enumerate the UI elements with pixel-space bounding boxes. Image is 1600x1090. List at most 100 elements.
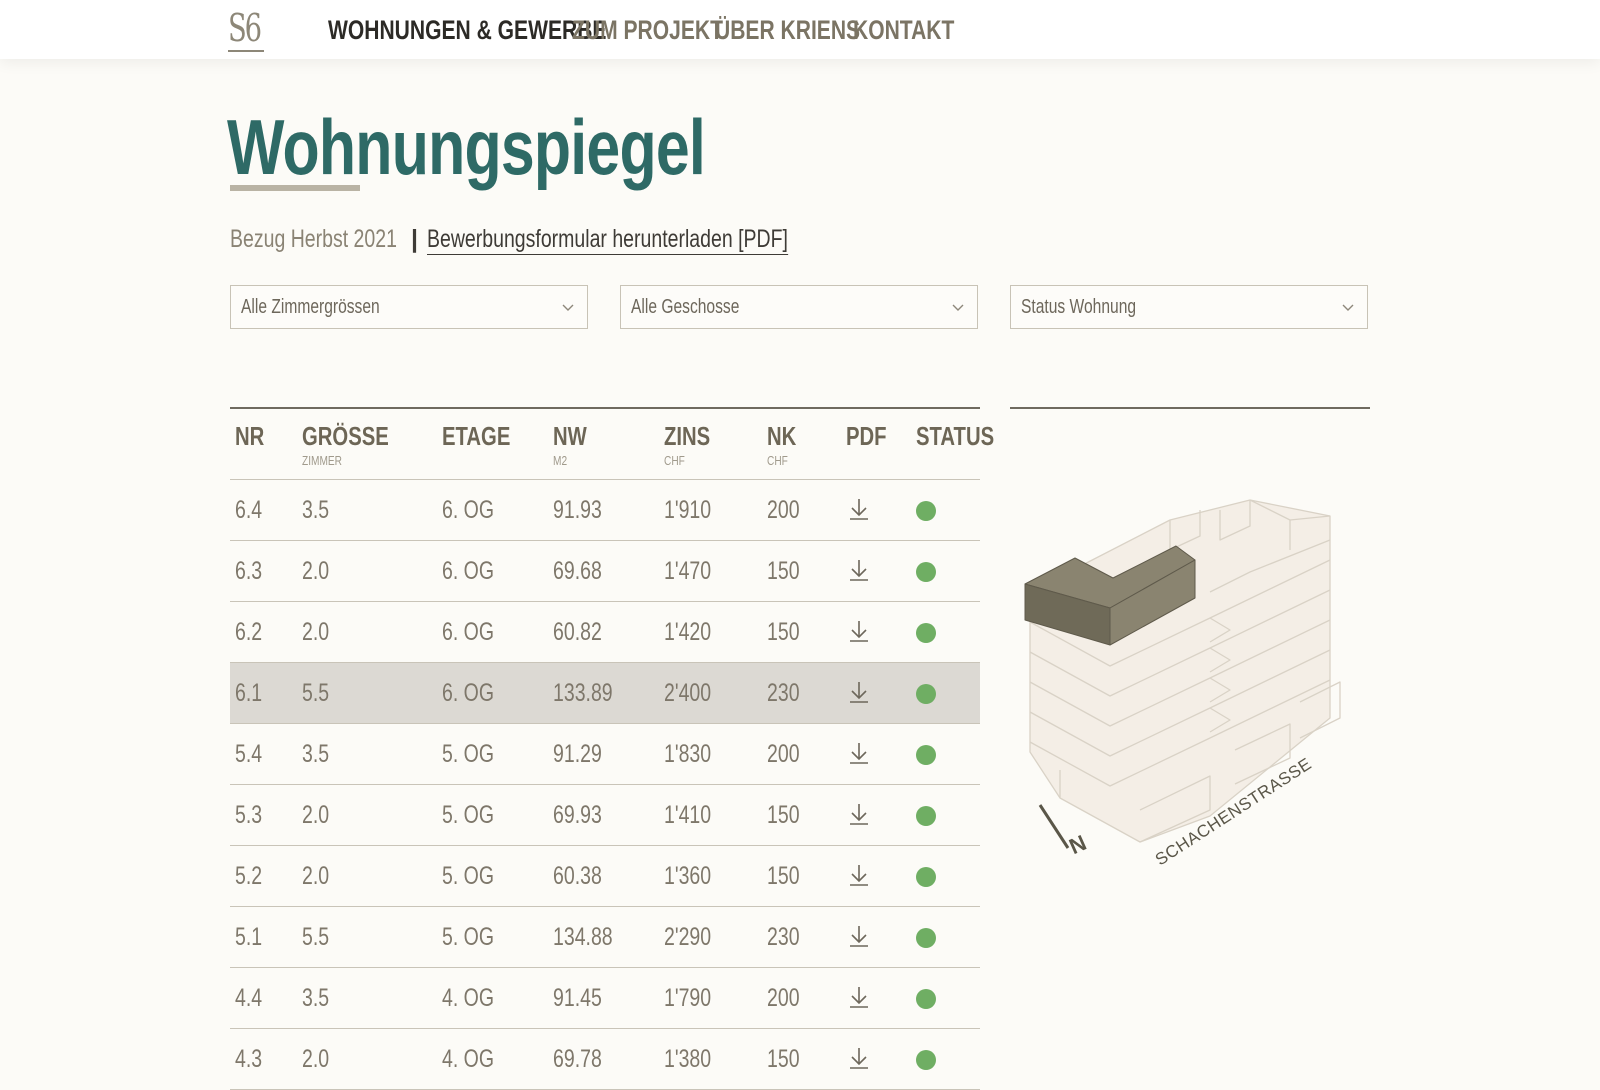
cell-nr: 6.3 xyxy=(235,555,270,587)
table-row[interactable]: 5.3 2.0 5. OG 69.93 1'410 150 xyxy=(230,785,980,846)
cell-nr: 5.4 xyxy=(235,738,270,770)
cell-etage: 6. OG xyxy=(442,677,509,709)
cell-zins: 1'830 xyxy=(664,738,724,770)
cell-nw: 69.68 xyxy=(553,555,616,587)
cell-nk: 150 xyxy=(767,860,809,892)
download-icon[interactable] xyxy=(848,863,870,887)
cell-groesse: 2.0 xyxy=(302,616,337,648)
cell-nw: 133.89 xyxy=(553,677,629,709)
status-dot xyxy=(916,562,936,582)
cell-etage-text: 6. OG xyxy=(442,618,495,646)
cell-nk-text: 150 xyxy=(767,557,800,585)
cell-groesse-text: 2.0 xyxy=(302,557,330,585)
cell-etage: 5. OG xyxy=(442,860,509,892)
s6-logo[interactable]: S6 xyxy=(228,4,264,52)
application-form-pdf-link[interactable]: Bewerbungsformular herunterladen [PDF] xyxy=(427,224,890,255)
cell-etage-text: 5. OG xyxy=(442,740,495,768)
cell-zins-text: 2'290 xyxy=(664,923,712,951)
download-icon[interactable] xyxy=(848,741,870,765)
cell-nw-text: 134.88 xyxy=(553,923,613,951)
cell-nr: 5.3 xyxy=(235,799,270,831)
table-row[interactable]: 6.3 2.0 6. OG 69.68 1'470 150 xyxy=(230,541,980,602)
room-size-select[interactable]: Alle Zimmergrössen xyxy=(230,285,588,329)
column-subheader-groesse: ZIMMER xyxy=(302,453,342,468)
cell-nk: 200 xyxy=(767,982,809,1014)
table-row[interactable]: 4.3 2.0 4. OG 69.78 1'380 150 xyxy=(230,1029,980,1090)
cell-nr-text: 6.1 xyxy=(235,679,263,707)
cell-groesse: 3.5 xyxy=(302,494,337,526)
cell-nk-text: 150 xyxy=(767,862,800,890)
download-icon[interactable] xyxy=(848,497,870,521)
column-header-nw: NW xyxy=(553,421,587,451)
cell-nr-text: 5.1 xyxy=(235,923,263,951)
nav-kontakt[interactable]: KONTAKT xyxy=(853,14,983,46)
cell-nr-text: 6.3 xyxy=(235,557,263,585)
cell-groesse: 5.5 xyxy=(302,677,337,709)
download-icon[interactable] xyxy=(848,985,870,1009)
cell-groesse-text: 2.0 xyxy=(302,618,330,646)
cell-nw: 69.78 xyxy=(553,1043,616,1075)
cell-etage-text: 4. OG xyxy=(442,984,495,1012)
cell-nk: 150 xyxy=(767,555,809,587)
chevron-down-icon xyxy=(562,304,574,311)
cell-etage: 4. OG xyxy=(442,1043,509,1075)
table-row[interactable]: 6.2 2.0 6. OG 60.82 1'420 150 xyxy=(230,602,980,663)
cell-nr-text: 5.4 xyxy=(235,740,263,768)
table-row[interactable]: 6.4 3.5 6. OG 91.93 1'910 200 xyxy=(230,480,980,541)
column-subheader-nw: M2 xyxy=(553,453,568,468)
table-row[interactable]: 6.1 5.5 6. OG 133.89 2'400 230 xyxy=(230,663,980,724)
cell-nr-text: 6.2 xyxy=(235,618,263,646)
table-row[interactable]: 5.2 2.0 5. OG 60.38 1'360 150 xyxy=(230,846,980,907)
cell-etage: 5. OG xyxy=(442,799,509,831)
cell-zins-text: 1'360 xyxy=(664,862,712,890)
cell-zins: 1'790 xyxy=(664,982,724,1014)
cell-nr: 5.2 xyxy=(235,860,270,892)
cell-zins: 1'360 xyxy=(664,860,724,892)
cell-nr-text: 6.4 xyxy=(235,496,263,524)
cell-nr: 5.1 xyxy=(235,921,270,953)
table-row[interactable]: 5.4 3.5 5. OG 91.29 1'830 200 xyxy=(230,724,980,785)
cell-nk-text: 200 xyxy=(767,984,800,1012)
floor-select[interactable]: Alle Geschosse xyxy=(620,285,978,329)
cell-etage-text: 5. OG xyxy=(442,862,495,890)
status-dot xyxy=(916,989,936,1009)
cell-etage: 4. OG xyxy=(442,982,509,1014)
cell-zins-text: 1'420 xyxy=(664,618,712,646)
column-header-nk: NK xyxy=(767,421,797,451)
download-icon[interactable] xyxy=(848,1046,870,1070)
table-row[interactable]: 4.4 3.5 4. OG 91.45 1'790 200 xyxy=(230,968,980,1029)
column-header-status: STATUS xyxy=(916,421,995,451)
cell-nw: 91.45 xyxy=(553,982,616,1014)
cell-nk: 200 xyxy=(767,494,809,526)
download-icon[interactable] xyxy=(848,619,870,643)
cell-groesse: 5.5 xyxy=(302,921,337,953)
cell-nk: 150 xyxy=(767,799,809,831)
status-dot xyxy=(916,867,936,887)
download-icon[interactable] xyxy=(848,924,870,948)
chevron-down-icon xyxy=(1342,304,1354,311)
cell-nw-text: 133.89 xyxy=(553,679,613,707)
download-icon[interactable] xyxy=(848,680,870,704)
floor-select-value: Alle Geschosse xyxy=(631,296,740,318)
cell-nk-text: 150 xyxy=(767,1045,800,1073)
download-icon[interactable] xyxy=(848,558,870,582)
cell-zins-text: 1'910 xyxy=(664,496,712,524)
status-dot xyxy=(916,501,936,521)
cell-nw-text: 69.78 xyxy=(553,1045,602,1073)
cell-etage: 5. OG xyxy=(442,738,509,770)
column-header-groesse: GRÖSSE xyxy=(302,421,389,451)
cell-etage-text: 6. OG xyxy=(442,557,495,585)
cell-nk-text: 230 xyxy=(767,679,800,707)
status-dot xyxy=(916,623,936,643)
cell-nw: 91.29 xyxy=(553,738,616,770)
status-select-value: Status Wohnung xyxy=(1021,296,1137,318)
top-navigation-bar: S6 WOHNUNGEN & GEWERBE ZUM PROJEKT ÜBER … xyxy=(0,0,1600,59)
table-row[interactable]: 5.1 5.5 5. OG 134.88 2'290 230 xyxy=(230,907,980,968)
cell-etage-text: 5. OG xyxy=(442,801,495,829)
cell-nw-text: 91.29 xyxy=(553,740,602,768)
cell-etage: 6. OG xyxy=(442,555,509,587)
status-select[interactable]: Status Wohnung xyxy=(1010,285,1368,329)
status-dot xyxy=(916,806,936,826)
download-icon[interactable] xyxy=(848,802,870,826)
cell-groesse: 3.5 xyxy=(302,738,337,770)
